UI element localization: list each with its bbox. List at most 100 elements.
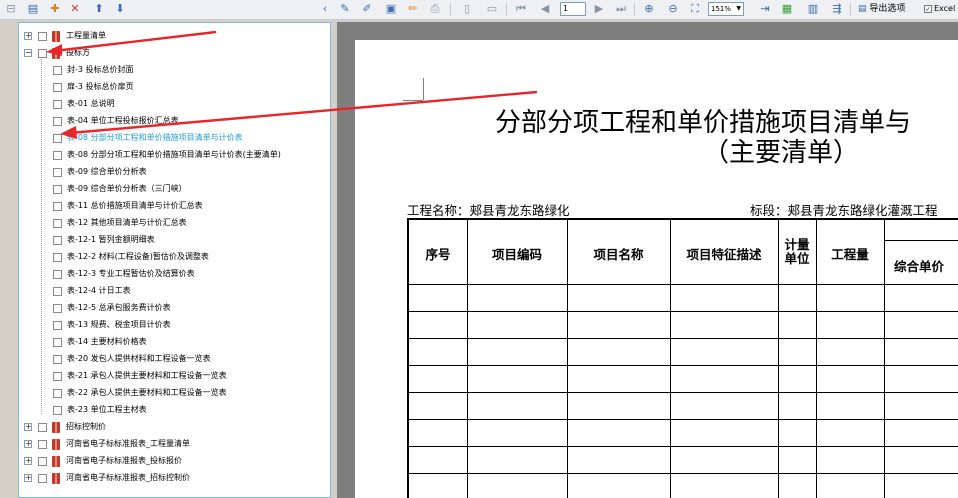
tree-item-label: 表-12 其他项目清单与计价汇总表 xyxy=(67,218,187,227)
tree-checkbox[interactable] xyxy=(53,185,62,194)
tree-checkbox[interactable] xyxy=(53,253,62,262)
add-report-icon[interactable]: ✚ xyxy=(48,2,62,16)
tree-checkbox[interactable] xyxy=(53,151,62,160)
tree-checkbox[interactable] xyxy=(38,423,47,432)
tree-item[interactable]: 表-11 总价措施项目清单与计价汇总表 xyxy=(19,198,330,214)
tree-checkbox[interactable] xyxy=(38,457,47,466)
double-page-icon[interactable]: ▭ xyxy=(485,2,499,16)
tree-checkbox[interactable] xyxy=(53,100,62,109)
export-options-label: 导出选项 xyxy=(869,4,906,14)
export-pdf-icon[interactable]: ▥ xyxy=(806,2,820,16)
tree-checkbox[interactable] xyxy=(53,321,62,330)
tree-checkbox[interactable] xyxy=(53,406,62,415)
move-down-icon[interactable]: ⬇ xyxy=(113,2,127,16)
print-icon[interactable]: ⎙ xyxy=(428,2,442,16)
tree-checkbox[interactable] xyxy=(53,134,62,143)
tree-item[interactable]: 表-12-3 专业工程暂估价及结算价表 xyxy=(19,266,330,282)
tree-item[interactable]: + 工程量清单 xyxy=(19,28,330,44)
first-page-icon[interactable]: ⏮ xyxy=(514,2,528,16)
zoom-select[interactable]: 151% ▼ xyxy=(708,2,744,16)
export-excel-icon[interactable]: ▦ xyxy=(780,2,794,16)
expand-icon[interactable]: + xyxy=(24,423,32,431)
tree-item-label: 表-12-4 计日工表 xyxy=(67,286,131,295)
tree-checkbox[interactable] xyxy=(38,49,47,58)
collapse-icon[interactable]: − xyxy=(24,49,32,57)
tree-item-label: 表-09 综合单价分析表（三门峡） xyxy=(67,184,187,193)
tree-item[interactable]: 表-14 主要材料价格表 xyxy=(19,334,330,350)
expand-icon[interactable]: + xyxy=(24,440,32,448)
header-no: 序号 xyxy=(425,247,451,262)
tree-checkbox[interactable] xyxy=(53,389,62,398)
expand-icon[interactable]: + xyxy=(24,457,32,465)
zoom-in-icon[interactable]: ⊕ xyxy=(642,2,656,16)
tree-item[interactable]: 表-09 综合单价分析表（三门峡） xyxy=(19,181,330,197)
tree-item[interactable]: 表-12 其他项目清单与计价汇总表 xyxy=(19,215,330,231)
tree-item[interactable]: 表-08 分部分项工程和单价措施项目清单与计价表(主要清单) xyxy=(19,147,330,163)
tree-checkbox[interactable] xyxy=(53,372,62,381)
tree-item[interactable]: 表-21 承包人提供主要材料和工程设备一览表 xyxy=(19,368,330,384)
report-preview[interactable]: 分部分项工程和单价措施项目清单与 （主要清单） 工程名称：郏县青龙东路绿化 标段… xyxy=(337,22,958,498)
tree-item-label: 招标控制价 xyxy=(66,422,106,431)
tree-item[interactable]: 表-20 发包人提供材料和工程设备一览表 xyxy=(19,351,330,367)
tree-item[interactable]: 表-23 单位工程主材表 xyxy=(19,402,330,418)
tree-checkbox[interactable] xyxy=(53,355,62,364)
single-page-icon[interactable]: ▯ xyxy=(460,2,474,16)
tree-checkbox[interactable] xyxy=(38,32,47,41)
tree-item[interactable]: 扉-3 投标总价扉页 xyxy=(19,79,330,95)
tree-checkbox[interactable] xyxy=(53,236,62,245)
batch-export-icon[interactable]: ⇶ xyxy=(830,2,844,16)
tree-item[interactable]: 表-22 承包人提供主要材料和工程设备一览表 xyxy=(19,385,330,401)
delete-icon[interactable]: ✕ xyxy=(68,2,82,16)
tree-checkbox[interactable] xyxy=(53,338,62,347)
tree-item[interactable]: + 招标控制价 xyxy=(19,419,330,435)
tree-item[interactable]: + 河南省电子标标准报表_工程量清单 xyxy=(19,436,330,452)
zoom-out-icon[interactable]: ⊖ xyxy=(666,2,680,16)
export-options-button[interactable]: ▤ 导出选项 xyxy=(858,2,905,16)
tree-item[interactable]: − 投标方 xyxy=(19,45,330,61)
tree-checkbox[interactable] xyxy=(53,287,62,296)
tree-item[interactable]: 表-12-1 暂列金额明细表 xyxy=(19,232,330,248)
excel-checkbox[interactable]: ✓ Excel xyxy=(924,2,955,16)
tree-checkbox[interactable] xyxy=(53,202,62,211)
tree-item[interactable]: + 河南省电子标标准报表_招标控制价 xyxy=(19,470,330,486)
next-page-icon[interactable]: ▶ xyxy=(592,2,606,16)
tree-item[interactable]: 表-12-2 材料(工程设备)暂估价及调整表 xyxy=(19,249,330,265)
page-setup-icon[interactable]: ▣ xyxy=(384,2,398,16)
tree-checkbox[interactable] xyxy=(53,117,62,126)
edit-report-icon[interactable]: ✎ xyxy=(338,2,352,16)
tree-checkbox[interactable] xyxy=(53,219,62,228)
last-page-icon[interactable]: ⏭ xyxy=(614,2,628,16)
fit-page-icon[interactable]: ⛶ xyxy=(688,2,702,16)
new-report-icon[interactable]: ▤ xyxy=(26,2,40,16)
tree-checkbox[interactable] xyxy=(53,168,62,177)
design-icon[interactable]: ✐ xyxy=(360,2,374,16)
report-table: 序号 项目编码 项目名称 项目特征描述 计量 单位 工程量 综合单价 xyxy=(407,218,958,498)
collapse-panel-icon[interactable]: ‹ xyxy=(318,2,332,16)
tree-checkbox[interactable] xyxy=(38,474,47,483)
tree-item[interactable]: 表-12-4 计日工表 xyxy=(19,283,330,299)
expand-icon[interactable]: + xyxy=(24,32,32,40)
tree-checkbox[interactable] xyxy=(53,304,62,313)
tree-item[interactable]: 封-3 投标总价封面 xyxy=(19,62,330,78)
tree-checkbox[interactable] xyxy=(53,270,62,279)
report-title: 分部分项工程和单价措施项目清单与 xyxy=(495,108,912,138)
tree-item[interactable]: 表-01 总说明 xyxy=(19,96,330,112)
export-icon[interactable]: ⇥ xyxy=(758,2,772,16)
tree-item[interactable]: 表-13 规费、税金项目计价表 xyxy=(19,317,330,333)
tree-item[interactable]: + 河南省电子标标准报表_投标报价 xyxy=(19,453,330,469)
tree-item-label: 表-14 主要材料价格表 xyxy=(67,337,147,346)
tree-collapse-icon[interactable]: ⊟ xyxy=(4,2,18,16)
tree-item[interactable]: 表-12-5 总承包服务费计价表 xyxy=(19,300,330,316)
tree-item[interactable]: 表-04 单位工程投标报价汇总表 xyxy=(19,113,330,129)
tree-item-label: 表-01 总说明 xyxy=(67,99,115,108)
prev-page-icon[interactable]: ◀ xyxy=(538,2,552,16)
tree-item[interactable]: 表-08 分部分项工程和单价措施项目清单与计价表 xyxy=(19,130,330,146)
expand-icon[interactable]: + xyxy=(24,474,32,482)
move-up-icon[interactable]: ⬆ xyxy=(92,2,106,16)
tree-item[interactable]: 表-09 综合单价分析表 xyxy=(19,164,330,180)
tree-checkbox[interactable] xyxy=(38,440,47,449)
tree-checkbox[interactable] xyxy=(53,83,62,92)
tree-checkbox[interactable] xyxy=(53,66,62,75)
pencil-icon[interactable]: ✏ xyxy=(406,2,420,16)
page-number-input[interactable]: 1 xyxy=(560,2,586,16)
